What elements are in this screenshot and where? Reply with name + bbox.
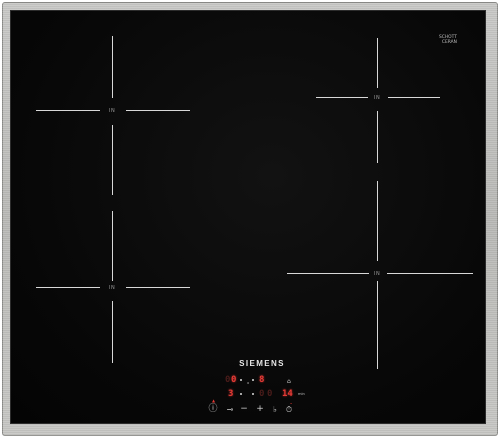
zone-label: IN [109,285,116,291]
zone-mark-top [377,181,378,261]
zone-mark-bottom [377,111,378,163]
zone-select-rear-left[interactable] [240,393,242,395]
zone-label: IN [374,271,381,277]
zone-display-front-left-dim: 0 [225,375,231,385]
zone-mark-left [287,273,369,274]
cleaning-icon[interactable]: ⌂ [287,377,291,386]
zone-mark-left [316,97,368,98]
zone-mark-right [126,110,190,111]
zone-mark-left [36,287,100,288]
child-lock-icon[interactable]: ⊸ [224,405,236,414]
zone-mark-bottom [377,281,378,369]
power-icon[interactable]: ⓘ [208,405,218,414]
timer-indicator: • [290,402,293,406]
zone-display-rear-right-dim: 0 [259,389,265,399]
zone-mark-right [387,273,473,274]
decrease-power-button[interactable]: − [239,405,249,414]
timer-min-label: min [298,392,305,396]
zone-select-rear-right[interactable] [252,393,254,395]
zone-mark-top [112,211,113,281]
zone-label: IN [374,95,381,101]
zone-select-indicator: ▫ [247,381,250,385]
glass-maker-logo: SCHOTT CERAN [439,35,457,45]
zone-mark-bottom [112,125,113,195]
zone-mark-left [36,110,100,111]
zone-select-front-right[interactable] [252,379,254,381]
power-indicator: ▲ [212,398,216,403]
timer-display: 14 [282,389,293,399]
zone-label: IN [109,108,116,114]
timer-icon[interactable]: ⏱ [284,405,294,414]
brand-logo: SIEMENS [239,359,285,368]
zone-display-front-left: 0 [231,375,237,385]
zone-display-rear-left: 3 [228,389,234,399]
zone-mark-right [126,287,190,288]
zone-mark-bottom [112,301,113,363]
zone-mark-right [388,97,440,98]
zone-mark-top [377,38,378,88]
zone-display-rear-right-dim-2: 0 [267,389,273,399]
boost-button[interactable]: ♭ [270,405,280,414]
zone-select-front-left[interactable] [240,379,242,381]
increase-power-button[interactable]: + [255,405,265,414]
zone-display-front-right: 8 [259,375,265,385]
ceramic-glass-surface: SCHOTT CERAN IN IN IN IN SIEMENS 0 0 ▫ 8… [11,11,485,423]
zone-mark-top [112,36,113,98]
